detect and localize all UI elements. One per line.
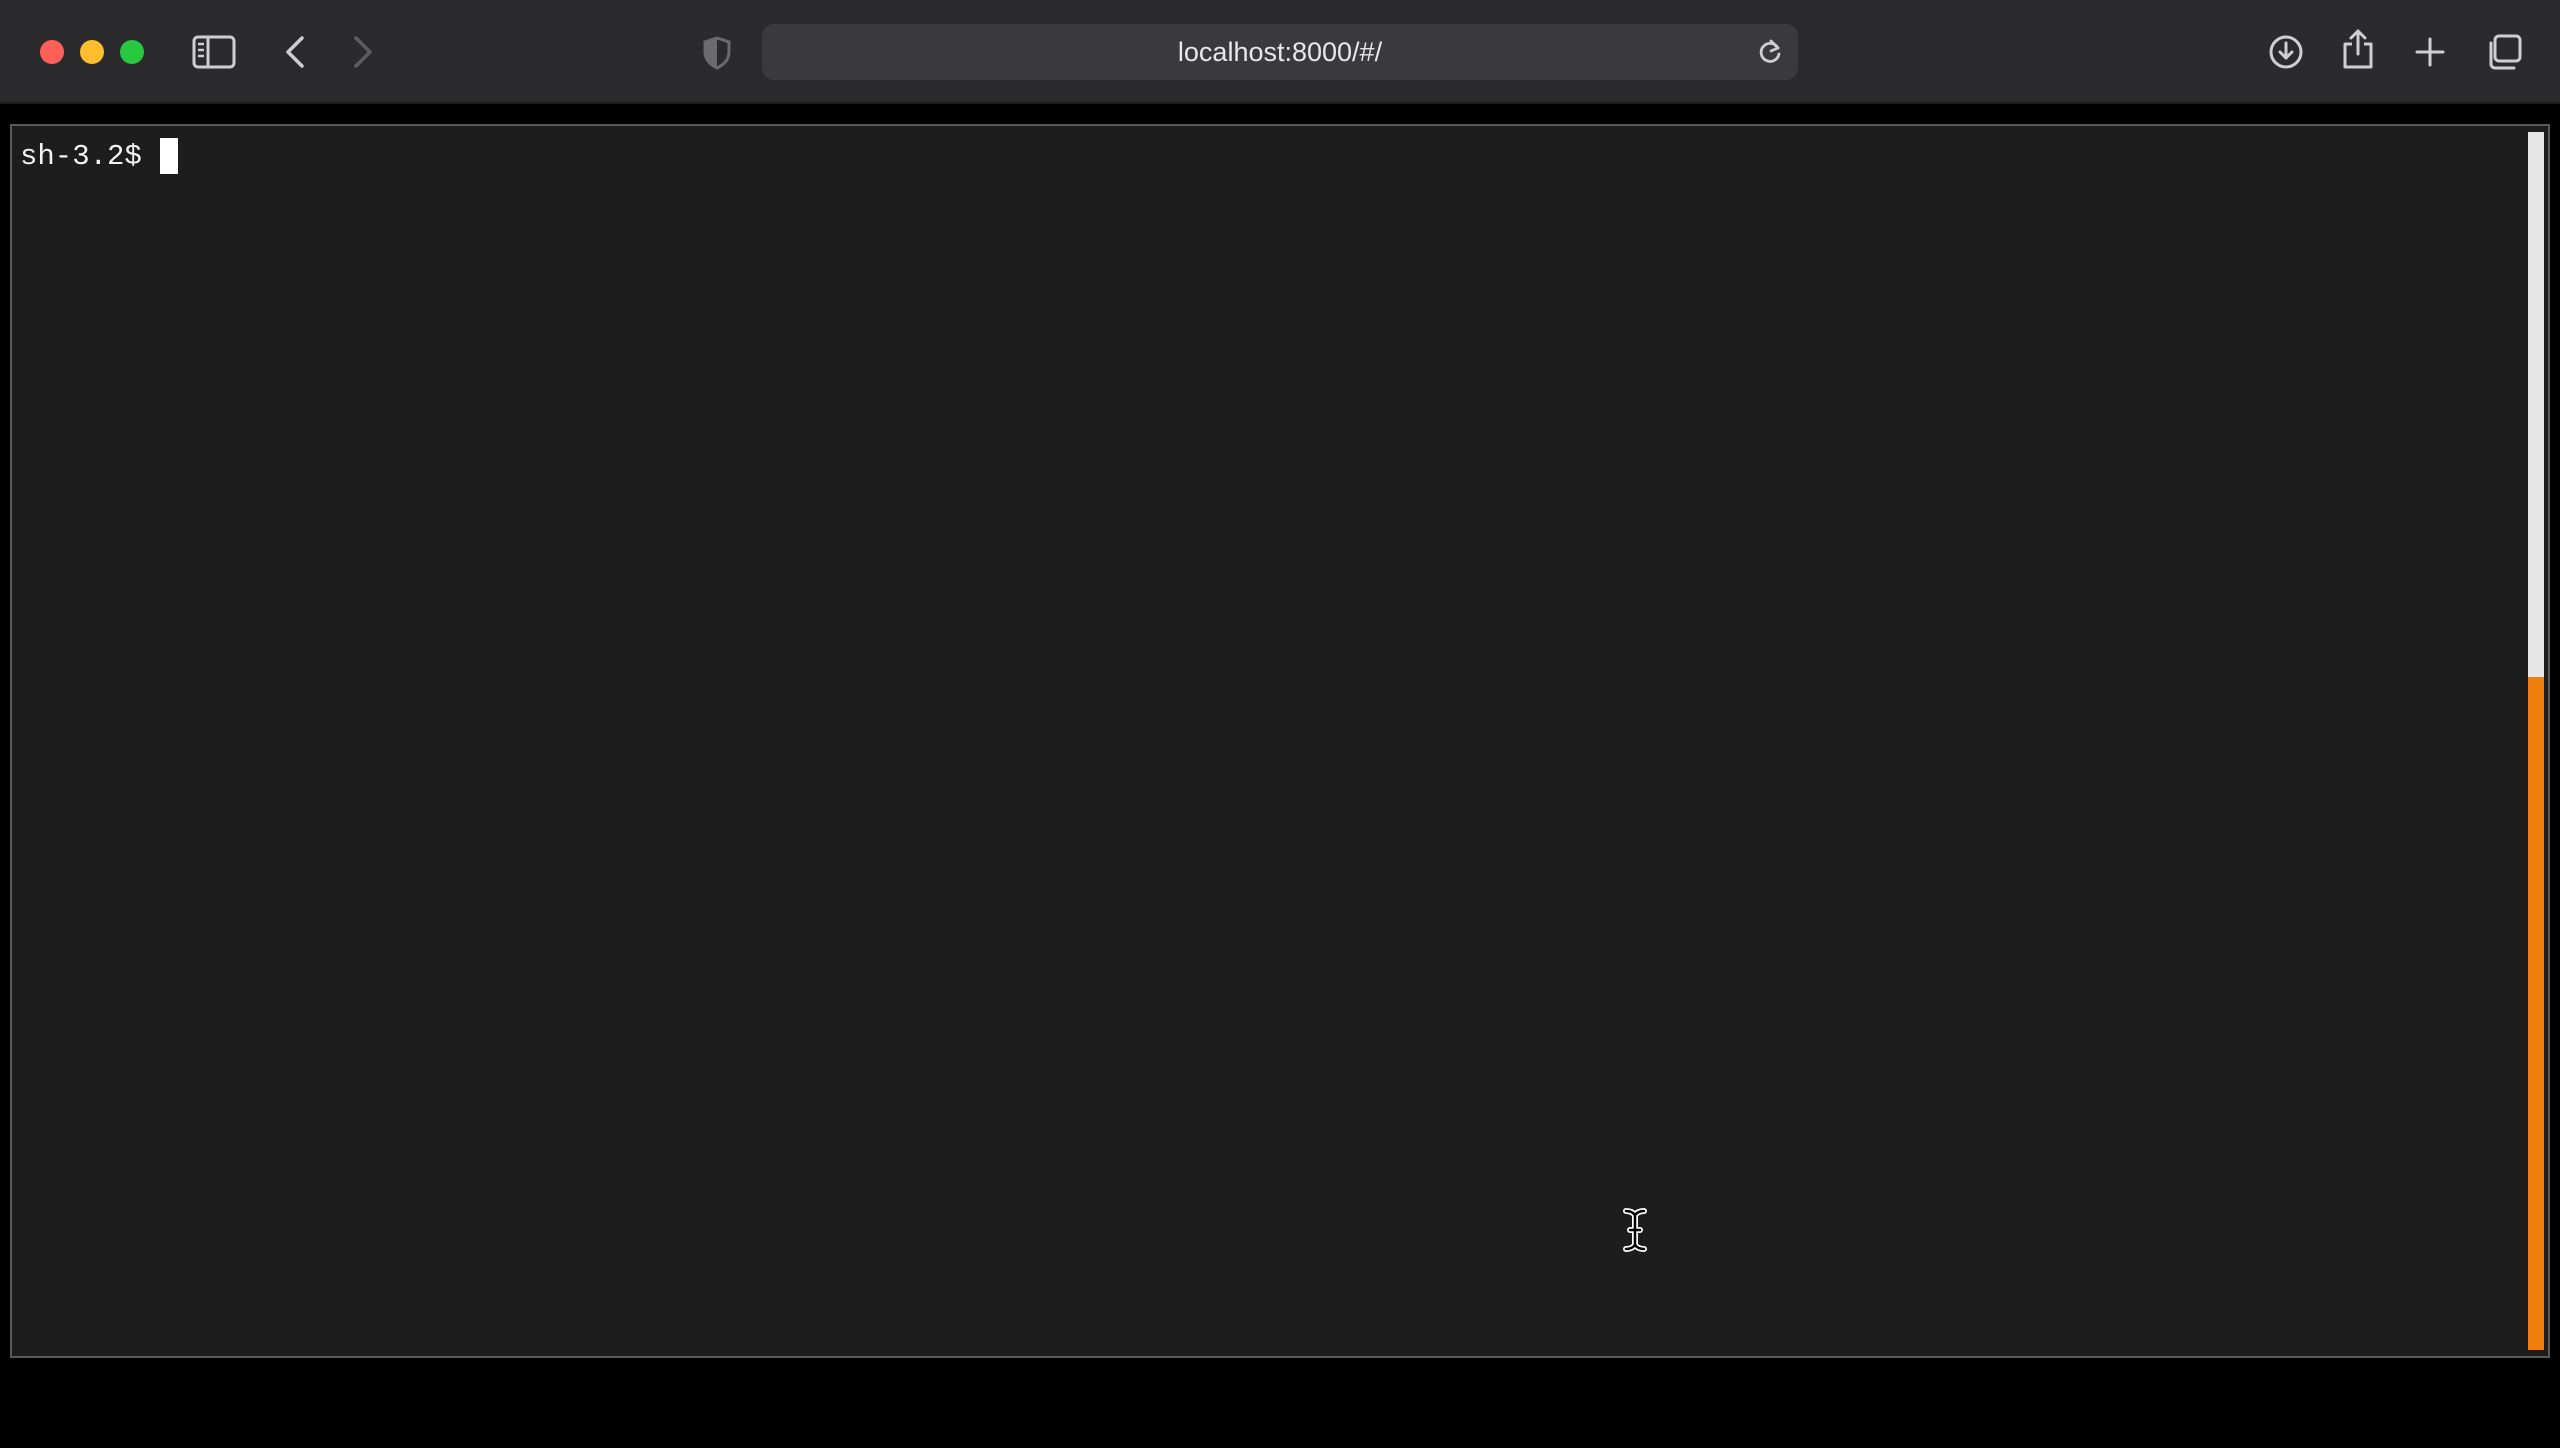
plus-icon [2415,37,2445,67]
new-tab-button[interactable] [2410,32,2450,72]
reload-button[interactable] [1752,34,1788,70]
sidebar-toggle-button[interactable] [192,32,236,72]
tab-overview-icon [2489,34,2522,70]
reload-icon [1759,39,1781,63]
zoom-window-button[interactable] [120,40,144,64]
chevron-left-icon [286,36,304,68]
sidebar-icon [192,35,236,69]
share-icon [2343,29,2373,69]
privacy-report-button[interactable] [700,34,734,72]
terminal-scrollbar[interactable] [2528,132,2544,1350]
browser-window: localhost:8000/#/ sh-3.2$ [0,0,2560,1448]
text-cursor-icon [1620,1208,1650,1252]
share-button[interactable] [2338,26,2378,72]
minimize-window-button[interactable] [80,40,104,64]
chevron-right-icon [354,36,372,68]
tab-overview-button[interactable] [2482,30,2526,74]
scrollbar-thumb[interactable] [2528,132,2544,677]
close-window-button[interactable] [40,40,64,64]
back-button[interactable] [278,30,312,74]
forward-button[interactable] [346,30,380,74]
terminal-prompt-line: sh-3.2$ [20,136,178,176]
downloads-button[interactable] [2266,32,2306,72]
address-bar[interactable]: localhost:8000/#/ [762,24,1798,80]
browser-toolbar: localhost:8000/#/ [0,0,2560,104]
scrollbar-accent-track [2528,677,2544,1350]
shield-icon [703,36,731,70]
terminal-prompt: sh-3.2$ [20,139,142,173]
address-text: localhost:8000/#/ [1177,37,1383,67]
download-icon [2269,35,2303,69]
terminal-pane[interactable]: sh-3.2$ [10,124,2550,1358]
terminal-cursor [159,138,178,174]
